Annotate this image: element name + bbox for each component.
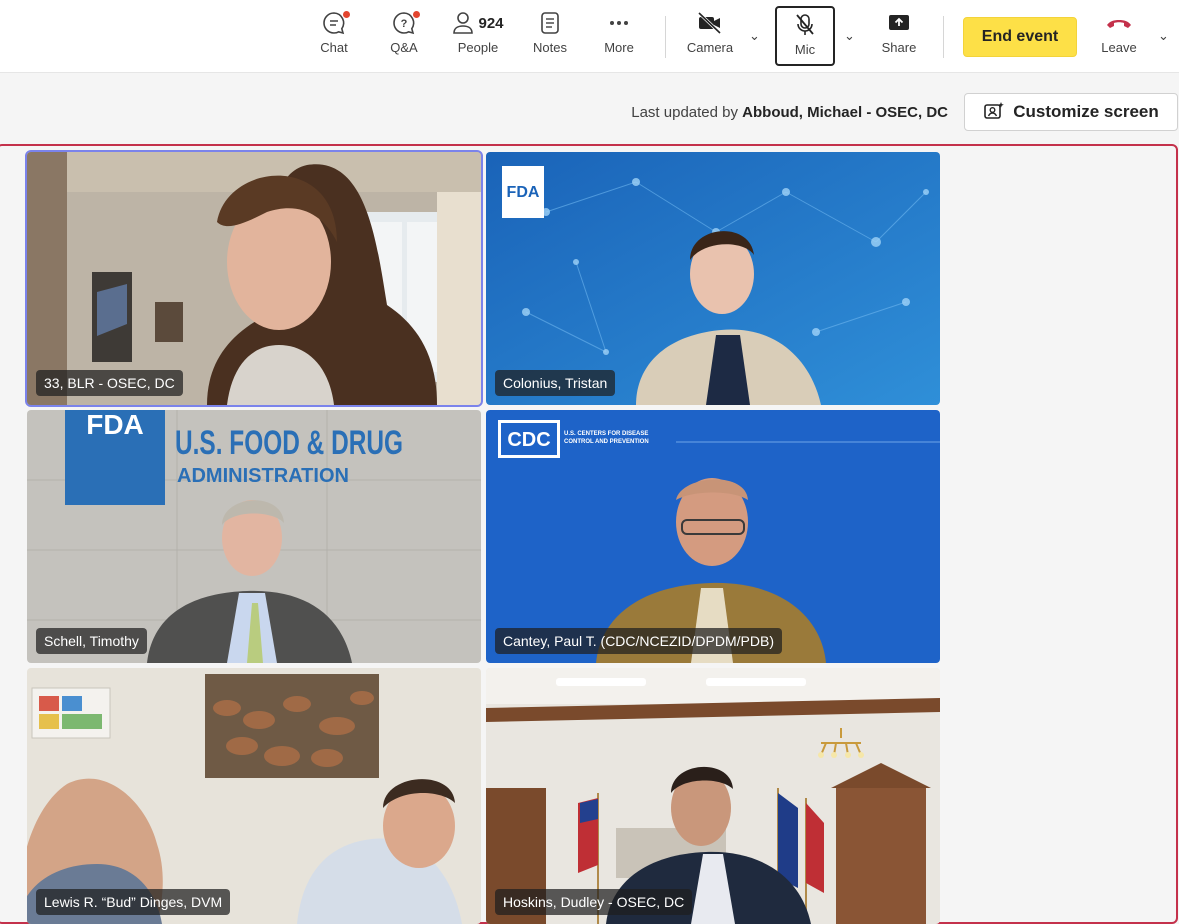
participant-video: FDA U.S. FOOD & DRUG ADMINISTRATION: [27, 410, 481, 663]
customize-screen-label: Customize screen: [1013, 102, 1159, 121]
qa-icon: ?: [391, 8, 420, 38]
mic-button[interactable]: Mic: [775, 6, 835, 66]
leave-button[interactable]: Leave: [1096, 8, 1142, 66]
people-count: 924: [478, 14, 504, 32]
toolbar-divider: [665, 16, 666, 58]
people-label: People: [457, 40, 499, 55]
mic-label: Mic: [794, 42, 816, 57]
video-tile[interactable]: 33, BLR - OSEC, DC: [25, 150, 483, 407]
more-button[interactable]: More: [600, 8, 638, 66]
participant-name-tag: Colonius, Tristan: [495, 370, 616, 396]
svg-text:FDA: FDA: [507, 184, 540, 201]
participant-video: [486, 668, 940, 924]
participant-name-tag: 33, BLR - OSEC, DC: [36, 370, 183, 396]
svg-text:U.S. FOOD & DRUG: U.S. FOOD & DRUG: [175, 424, 403, 462]
chat-label: Chat: [320, 40, 348, 55]
svg-text:FDA: FDA: [86, 410, 144, 440]
participant-name-tag: Hoskins, Dudley - OSEC, DC: [495, 889, 693, 915]
svg-text:U.S. CENTERS FOR DISEASE: U.S. CENTERS FOR DISEASE: [564, 431, 648, 437]
meeting-toolbar: Chat ? Q&A 924 People Notes More Camera: [0, 0, 1179, 73]
video-stage: 33, BLR - OSEC, DC FDA Colonius, Tristan…: [0, 144, 1178, 924]
people-button[interactable]: 924 People: [448, 8, 508, 66]
svg-text:CDC: CDC: [507, 429, 550, 451]
participant-video: [27, 152, 481, 405]
video-tile[interactable]: FDA U.S. FOOD & DRUG ADMINISTRATION Sche…: [27, 410, 481, 663]
last-updated-text: Last updated by Abboud, Michael - OSEC, …: [631, 104, 948, 121]
customize-screen-icon: [984, 102, 1005, 119]
video-tile[interactable]: CDC U.S. CENTERS FOR DISEASE CONTROL AND…: [486, 410, 940, 663]
chat-button[interactable]: Chat: [316, 8, 352, 66]
svg-text:CONTROL AND PREVENTION: CONTROL AND PREVENTION: [564, 439, 649, 445]
stage-header: Last updated by Abboud, Michael - OSEC, …: [0, 74, 1179, 144]
more-icon: [607, 8, 631, 38]
qa-button[interactable]: ? Q&A: [386, 8, 422, 66]
more-label: More: [604, 40, 634, 55]
participant-name-tag: Cantey, Paul T. (CDC/NCEZID/DPDM/PDB): [495, 628, 782, 654]
svg-text:?: ?: [401, 18, 408, 30]
share-label: Share: [881, 40, 917, 55]
notification-dot: [413, 11, 420, 18]
leave-label: Leave: [1101, 40, 1137, 55]
people-icon: [453, 12, 474, 34]
video-tile[interactable]: Lewis R. “Bud” Dinges, DVM: [27, 668, 481, 924]
participant-video: FDA: [486, 152, 940, 405]
video-tile[interactable]: Hoskins, Dudley - OSEC, DC: [486, 668, 940, 924]
chat-icon: [321, 8, 350, 38]
participant-video: CDC U.S. CENTERS FOR DISEASE CONTROL AND…: [486, 410, 940, 663]
camera-options-chevron-icon[interactable]: ⌄: [749, 28, 760, 44]
notes-icon: [539, 8, 561, 38]
end-event-button[interactable]: End event: [963, 17, 1077, 57]
hang-up-icon: [1104, 8, 1134, 38]
notes-button[interactable]: Notes: [530, 8, 570, 66]
customize-screen-button[interactable]: Customize screen: [964, 93, 1178, 131]
participant-name-tag: Lewis R. “Bud” Dinges, DVM: [36, 889, 231, 915]
camera-label: Camera: [686, 40, 734, 55]
mic-options-chevron-icon[interactable]: ⌄: [844, 28, 855, 44]
leave-options-chevron-icon[interactable]: ⌄: [1158, 28, 1169, 44]
mic-off-icon: [793, 10, 817, 40]
last-updated-prefix: Last updated by: [631, 104, 743, 121]
svg-text:ADMINISTRATION: ADMINISTRATION: [177, 465, 349, 487]
camera-off-icon: [696, 8, 724, 38]
qa-label: Q&A: [390, 40, 418, 55]
last-updated-name: Abboud, Michael - OSEC, DC: [742, 104, 948, 121]
participant-video: [27, 668, 481, 924]
video-tile[interactable]: FDA Colonius, Tristan: [486, 152, 940, 405]
share-button[interactable]: Share: [878, 8, 920, 66]
camera-button[interactable]: Camera: [683, 8, 737, 66]
notification-dot: [343, 11, 350, 18]
share-icon: [886, 8, 912, 38]
toolbar-divider: [943, 16, 944, 58]
notes-label: Notes: [533, 40, 567, 55]
participant-name-tag: Schell, Timothy: [36, 628, 147, 654]
